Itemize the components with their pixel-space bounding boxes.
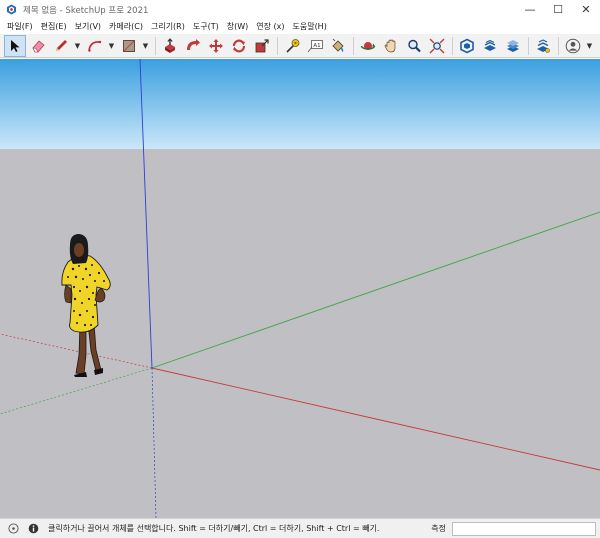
menu-window[interactable]: 창(W): [223, 21, 253, 32]
user-account-icon: [565, 38, 581, 53]
scale-tool-button[interactable]: [251, 35, 273, 57]
shape-tool-dropdown-caret-icon[interactable]: ▼: [141, 35, 150, 57]
orbit-icon: [360, 41, 376, 50]
menu-bar: 파일(F) 편집(E) 보기(V) 카메라(C) 그리기(R) 도구(T) 창(…: [0, 19, 600, 34]
push-pull-icon: [165, 37, 175, 53]
text-label-icon: A1: [307, 39, 323, 52]
measurements-input[interactable]: [452, 521, 596, 536]
extension-warehouse-button[interactable]: [479, 35, 501, 57]
rotate-icon: [232, 39, 246, 52]
pencil-icon: [56, 39, 67, 51]
pan-tool-button[interactable]: [380, 35, 402, 57]
sketchup-logo-icon: [5, 4, 17, 16]
close-button[interactable]: ✕: [572, 0, 600, 19]
menu-view[interactable]: 보기(V): [71, 21, 105, 32]
select-tool-button[interactable]: [4, 34, 26, 57]
sky: [0, 59, 600, 149]
magnifier-icon: [408, 39, 421, 52]
shape-tool-button[interactable]: [118, 35, 140, 57]
arc-tool-dropdown-caret-icon[interactable]: ▼: [107, 35, 116, 57]
window-title: 제목 없음 - SketchUp 프로 2021: [23, 5, 149, 16]
hand-icon: [384, 39, 396, 52]
orbit-tool-button[interactable]: [357, 35, 379, 57]
zoom-extents-tool-button[interactable]: [426, 35, 448, 57]
info-icon[interactable]: [26, 522, 40, 536]
layers-button[interactable]: [502, 35, 524, 57]
layers-icon: [507, 39, 519, 52]
arc-tool-button[interactable]: [84, 35, 106, 57]
zoom-tool-button[interactable]: [403, 35, 425, 57]
tape-measure-tool-button[interactable]: [281, 35, 303, 57]
menu-draw[interactable]: 그리기(R): [147, 21, 189, 32]
warehouse-button[interactable]: [456, 35, 478, 57]
move-tool-button[interactable]: [205, 35, 227, 57]
tape-measure-icon: [286, 38, 300, 53]
follow-me-tool-button[interactable]: [182, 35, 204, 57]
title-bar: 제목 없음 - SketchUp 프로 2021 — ☐ ✕: [0, 0, 600, 19]
move-arrows-icon: [209, 38, 223, 53]
eraser-icon: [32, 39, 45, 52]
measurements-label: 측정: [431, 524, 446, 533]
menu-file[interactable]: 파일(F): [3, 21, 37, 32]
text-tool-button[interactable]: A1: [304, 35, 326, 57]
extension-manager-button[interactable]: [532, 35, 554, 57]
scene-canvas[interactable]: [0, 59, 600, 518]
rotate-tool-button[interactable]: [228, 35, 250, 57]
status-bar: 클릭하거나 끌어서 개체를 선택합니다. Shift = 더하기/빼기, Ctr…: [0, 518, 600, 538]
menu-tools[interactable]: 도구(T): [189, 21, 223, 32]
zoom-extents-icon: [429, 38, 445, 53]
paint-bucket-icon: [332, 38, 344, 52]
menu-edit[interactable]: 편집(E): [37, 21, 71, 32]
text-tool-label: A1: [313, 42, 320, 48]
3d-warehouse-icon: [460, 38, 474, 53]
eraser-tool-button[interactable]: [27, 35, 49, 57]
extension-manager-icon: [537, 38, 550, 53]
line-tool-dropdown-caret-icon[interactable]: ▼: [73, 35, 82, 57]
push-pull-tool-button[interactable]: [159, 35, 181, 57]
account-dropdown-caret-icon[interactable]: ▼: [585, 35, 594, 57]
maximize-button[interactable]: ☐: [544, 0, 572, 19]
menu-extensions[interactable]: 연장 (x): [252, 21, 288, 32]
line-tool-button[interactable]: [50, 35, 72, 57]
scale-icon: [255, 38, 269, 52]
geolocation-icon[interactable]: [6, 522, 20, 536]
modeling-viewport[interactable]: [0, 59, 600, 518]
rectangle-icon: [123, 39, 135, 52]
minimize-button[interactable]: —: [516, 0, 544, 19]
paint-bucket-tool-button[interactable]: [327, 35, 349, 57]
arrow-cursor-icon: [11, 39, 20, 52]
main-toolbar: ▼ ▼ ▼ A1 ▼: [0, 34, 600, 58]
status-hint: 클릭하거나 끌어서 개체를 선택합니다. Shift = 더하기/빼기, Ctr…: [48, 524, 380, 533]
follow-me-icon: [187, 38, 200, 50]
extension-warehouse-icon: [484, 39, 496, 51]
account-button[interactable]: [562, 35, 584, 57]
arc-icon: [88, 40, 102, 52]
menu-camera[interactable]: 카메라(C): [105, 21, 147, 32]
menu-help[interactable]: 도움말(H): [288, 21, 330, 32]
